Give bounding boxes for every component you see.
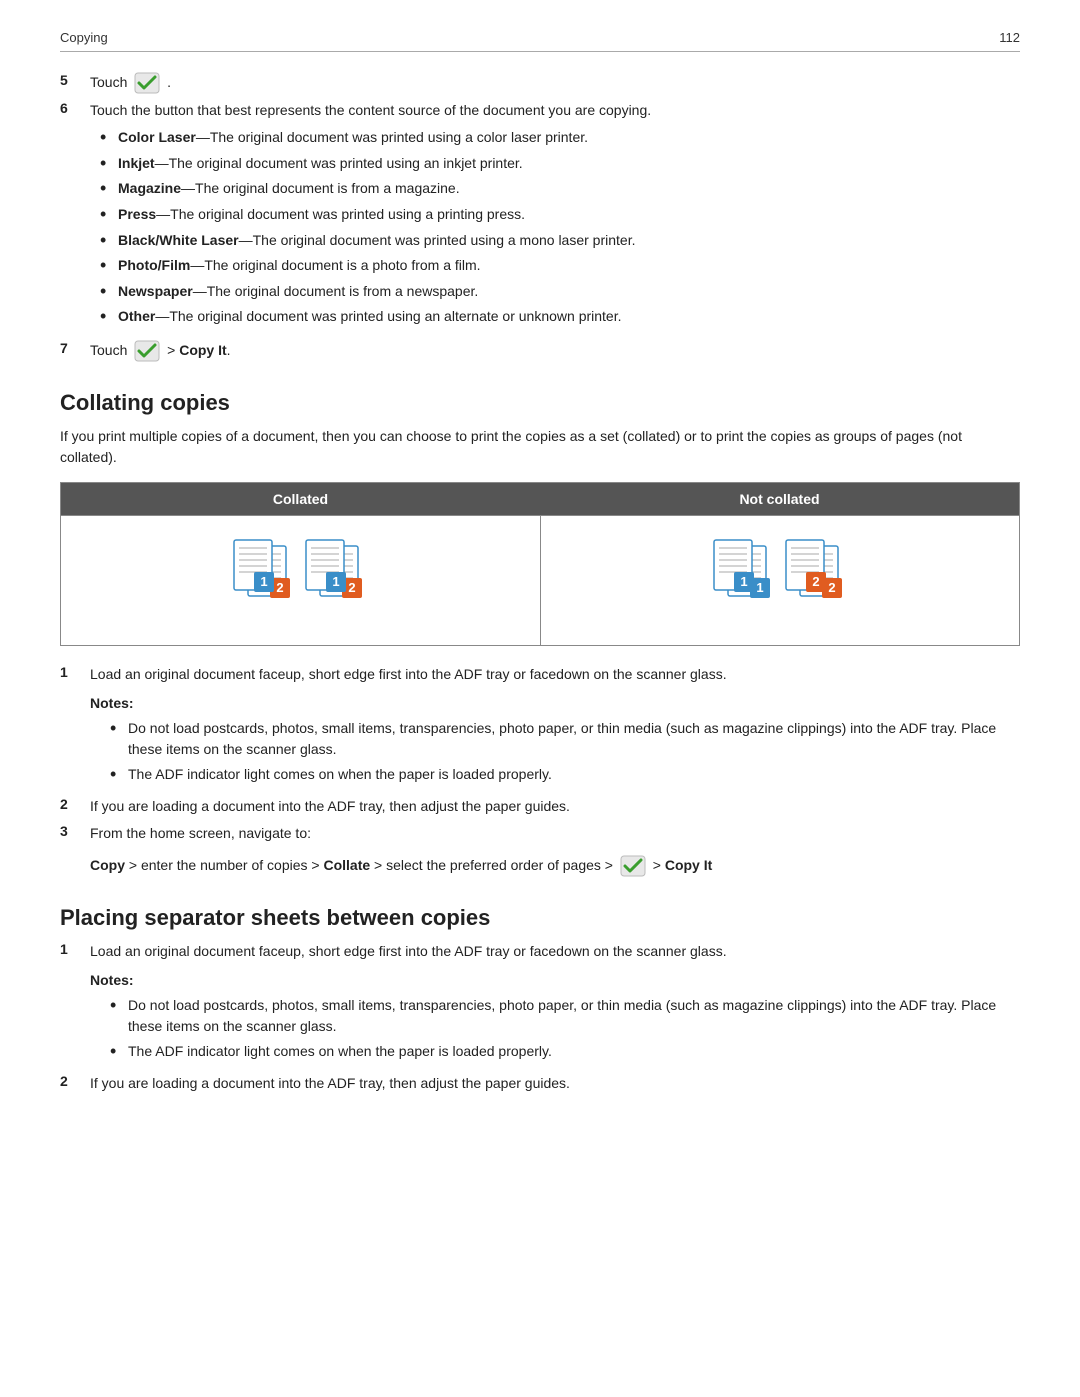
collating-step-2: 2 If you are loading a document into the…: [60, 796, 1020, 817]
svg-text:1: 1: [756, 580, 763, 595]
col-header-collated: Collated: [61, 483, 541, 516]
checkmark-icon: [134, 72, 160, 94]
list-item: •Black/White Laser—The original document…: [100, 230, 1020, 252]
step-7: 7 Touch > Copy It.: [60, 340, 1020, 362]
sep-step-2: 2 If you are loading a document into the…: [60, 1073, 1020, 1094]
list-item: •Magazine—The original document is from …: [100, 178, 1020, 200]
collating-step-2-content: If you are loading a document into the A…: [90, 796, 1020, 817]
header-section: Copying: [60, 30, 108, 45]
page: Copying 112 5 Touch . 6 Touch the button…: [0, 0, 1080, 1397]
svg-text:1: 1: [333, 574, 340, 589]
step-6-bullets: •Color Laser—The original document was p…: [100, 127, 1020, 328]
step-5-text-before: Touch: [90, 74, 127, 90]
collating-intro: If you print multiple copies of a docume…: [60, 426, 1020, 468]
svg-text:1: 1: [740, 574, 747, 589]
checkmark-icon-2: [134, 340, 160, 362]
collating-step-1-text: Load an original document faceup, short …: [90, 666, 727, 682]
collating-step-1-content: Load an original document faceup, short …: [90, 664, 1020, 790]
collating-step-1-notes: •Do not load postcards, photos, small it…: [110, 718, 1020, 786]
list-item: •Inkjet—The original document was printe…: [100, 153, 1020, 175]
list-item: •Press—The original document was printed…: [100, 204, 1020, 226]
collating-step-1: 1 Load an original document faceup, shor…: [60, 664, 1020, 790]
step-5-text-after: .: [167, 74, 171, 90]
svg-text:2: 2: [812, 574, 819, 589]
collating-step-3-text: From the home screen, navigate to:: [90, 825, 311, 841]
list-item: •Other—The original document was printed…: [100, 306, 1020, 328]
step-5-content: Touch .: [90, 72, 1020, 94]
nav-copy-it: Copy It: [665, 857, 712, 873]
list-item: •The ADF indicator light comes on when t…: [110, 1041, 1020, 1063]
nav-copy: Copy: [90, 857, 125, 873]
collating-step-2-text: If you are loading a document into the A…: [90, 798, 570, 814]
sep-step-1-content: Load an original document faceup, short …: [90, 941, 1020, 1067]
sep-step-1-num: 1: [60, 941, 90, 957]
header-bar: Copying 112: [60, 30, 1020, 52]
nav-sep2: > select the preferred order of pages >: [370, 857, 617, 873]
header-page-num: 112: [999, 30, 1020, 45]
sep-step-2-text: If you are loading a document into the A…: [90, 1075, 570, 1091]
sep-step-1-text: Load an original document faceup, short …: [90, 943, 727, 959]
nav-collate: Collate: [323, 857, 370, 873]
list-item: •The ADF indicator light comes on when t…: [110, 764, 1020, 786]
step-6: 6 Touch the button that best represents …: [60, 100, 1020, 334]
separator-sheets-heading: Placing separator sheets between copies: [60, 905, 1020, 931]
notes-label-1: Notes:: [90, 693, 1020, 714]
svg-text:1: 1: [261, 574, 268, 589]
step-7-content: Touch > Copy It.: [90, 340, 1020, 362]
list-item: •Do not load postcards, photos, small it…: [110, 995, 1020, 1037]
collating-nav-instruction: Copy > enter the number of copies > Coll…: [90, 854, 1020, 877]
collating-step-3-content: From the home screen, navigate to:: [90, 823, 1020, 844]
nav-sep3: >: [653, 857, 665, 873]
collating-heading: Collating copies: [60, 390, 1020, 416]
collating-step-2-num: 2: [60, 796, 90, 812]
list-item: •Color Laser—The original document was p…: [100, 127, 1020, 149]
svg-text:2: 2: [828, 580, 835, 595]
collating-step-1-num: 1: [60, 664, 90, 680]
collated-image-cell: 2 1: [61, 516, 541, 646]
svg-text:2: 2: [349, 580, 356, 595]
sep-step-2-content: If you are loading a document into the A…: [90, 1073, 1020, 1094]
collating-step-3: 3 From the home screen, navigate to:: [60, 823, 1020, 844]
list-item: •Photo/Film—The original document is a p…: [100, 255, 1020, 277]
step-5-num: 5: [60, 72, 90, 88]
not-collated-image-cell: 1 1: [540, 516, 1020, 646]
list-item: •Newspaper—The original document is from…: [100, 281, 1020, 303]
sep-notes-label: Notes:: [90, 970, 1020, 991]
not-collated-docs-icon: 1 1: [700, 534, 860, 624]
svg-text:2: 2: [277, 580, 284, 595]
step-7-num: 7: [60, 340, 90, 356]
collating-table: Collated Not collated: [60, 482, 1020, 646]
nav-sep1: > enter the number of copies >: [125, 857, 323, 873]
step-6-content: Touch the button that best represents th…: [90, 100, 1020, 334]
collating-step-3-num: 3: [60, 823, 90, 839]
step-7-text-before: Touch: [90, 342, 127, 358]
step-7-text-after: > Copy It.: [167, 342, 230, 358]
col-header-not-collated: Not collated: [540, 483, 1020, 516]
step-6-text: Touch the button that best represents th…: [90, 102, 651, 118]
sep-step-1-notes: •Do not load postcards, photos, small it…: [110, 995, 1020, 1063]
list-item: •Do not load postcards, photos, small it…: [110, 718, 1020, 760]
collated-docs-icon: 2 1: [220, 534, 380, 624]
sep-step-2-num: 2: [60, 1073, 90, 1089]
checkmark-icon-3: [620, 855, 646, 877]
step-6-num: 6: [60, 100, 90, 116]
step-5: 5 Touch .: [60, 72, 1020, 94]
sep-step-1: 1 Load an original document faceup, shor…: [60, 941, 1020, 1067]
